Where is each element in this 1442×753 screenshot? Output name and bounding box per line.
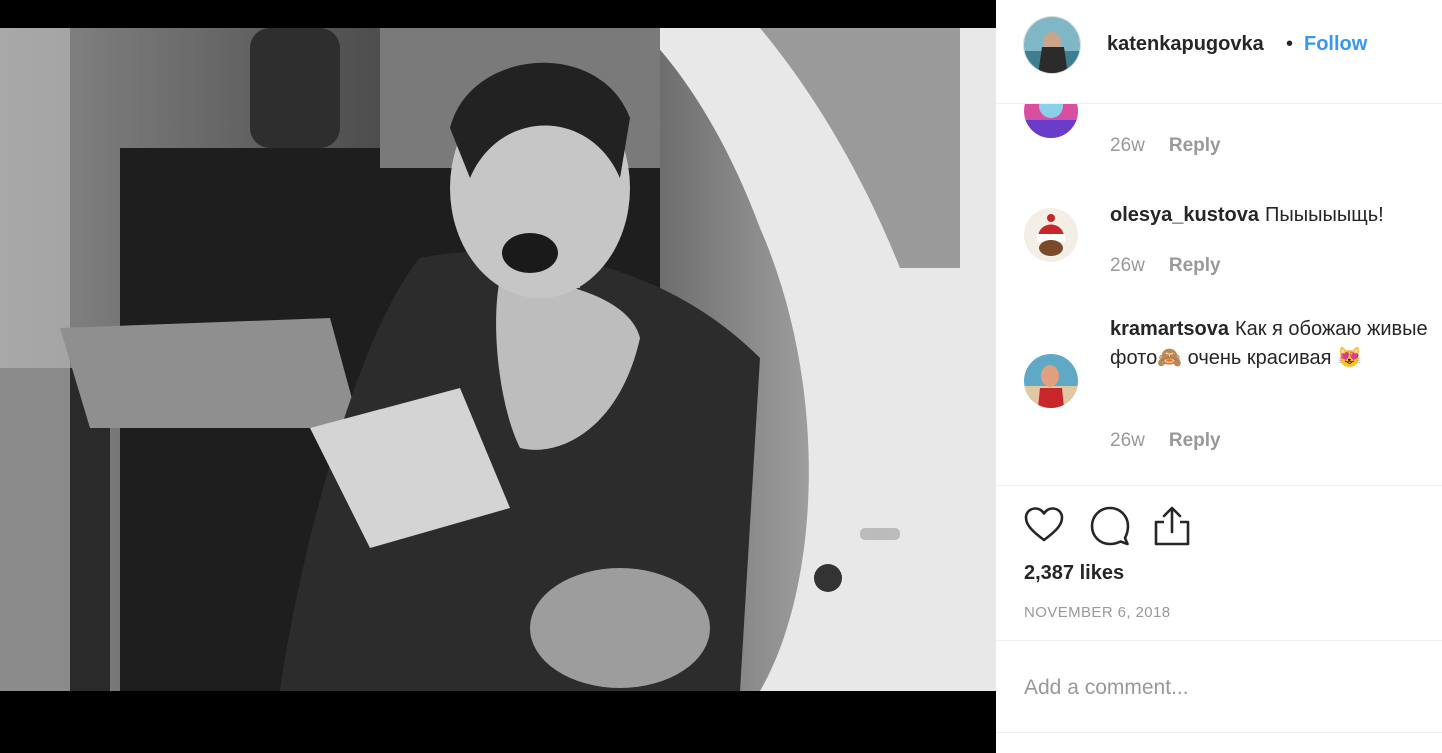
comment-time: 26w [1110, 255, 1145, 276]
comment-item: kramartsova Как я обожаю живые фото🙈 очен… [996, 312, 1442, 462]
reply-button[interactable]: Reply [1169, 430, 1221, 451]
post-date[interactable]: NOVEMBER 6, 2018 [1024, 604, 1170, 621]
follow-button[interactable]: Follow [1304, 33, 1367, 56]
likes-count[interactable]: 2,387 likes [1024, 562, 1124, 585]
author-avatar[interactable] [1023, 16, 1081, 74]
comment-text: olesya_kustova Пыыыыыщь! [1110, 201, 1440, 230]
comment-item: 26w Reply [996, 104, 1442, 174]
comments-list[interactable]: 26w Reply olesya_kustova Пыыыыыщь! 26w R… [996, 104, 1442, 486]
author-username[interactable]: katenkapugovka [1107, 33, 1264, 56]
comment-bubble-icon[interactable] [1088, 504, 1132, 548]
comment-time: 26w [1110, 430, 1145, 451]
separator-dot: • [1286, 33, 1294, 55]
heart-icon[interactable] [1022, 504, 1066, 548]
action-bar [1022, 504, 1222, 548]
comment-meta: 26w Reply [1110, 135, 1221, 157]
comment-meta: 26w Reply [1110, 430, 1221, 452]
commenter-avatar[interactable] [1024, 354, 1078, 408]
commenter-avatar[interactable] [1024, 208, 1078, 262]
reply-button[interactable]: Reply [1169, 135, 1221, 156]
post-side-panel: katenkapugovka • Follow 26w Reply olesya… [996, 0, 1442, 733]
add-comment-input[interactable] [1024, 671, 1414, 705]
comment-item: olesya_kustova Пыыыыыщь! 26w Reply [996, 196, 1442, 286]
comment-body: Пыыыыыщь! [1264, 204, 1384, 226]
post-photo[interactable] [0, 28, 996, 691]
instagram-post-modal: katenkapugovka • Follow 26w Reply olesya… [0, 0, 1442, 753]
commenter-username[interactable]: olesya_kustova [1110, 204, 1259, 226]
reply-button[interactable]: Reply [1169, 255, 1221, 276]
comment-time: 26w [1110, 135, 1145, 156]
commenter-username[interactable]: kramartsova [1110, 318, 1229, 340]
commenter-avatar[interactable] [1024, 104, 1078, 138]
post-header: katenkapugovka • Follow [996, 0, 1442, 104]
add-comment-section [996, 640, 1442, 733]
media-area [0, 0, 996, 753]
comment-meta: 26w Reply [1110, 255, 1221, 277]
share-upload-icon[interactable] [1150, 504, 1194, 548]
comment-text: kramartsova Как я обожаю живые фото🙈 очен… [1110, 315, 1440, 373]
